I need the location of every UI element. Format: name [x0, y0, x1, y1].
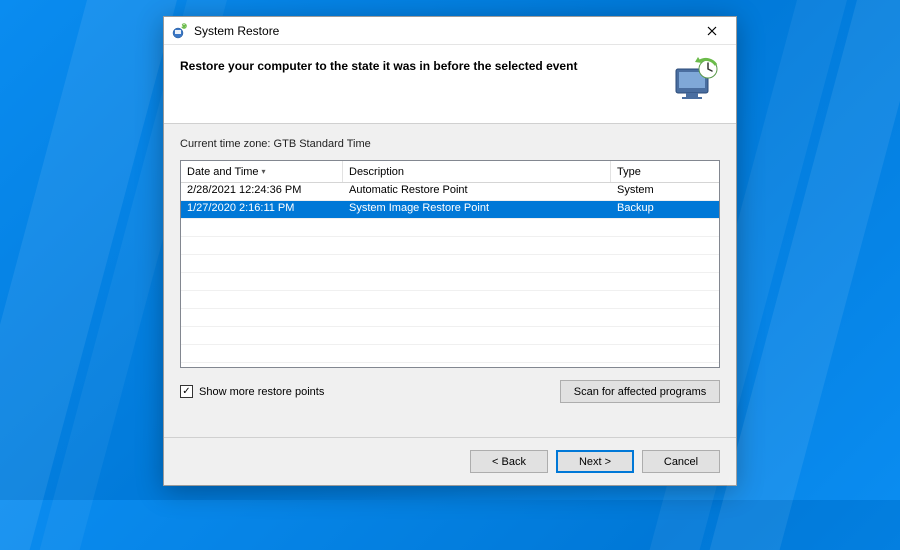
empty-row — [181, 237, 719, 255]
column-label: Description — [349, 166, 404, 178]
restore-points-table: Date and Time ▾ Description Type 2/28/20… — [180, 160, 720, 368]
checkbox-icon: ✓ — [180, 385, 193, 398]
cell-description: System Image Restore Point — [343, 201, 611, 218]
cell-type: System — [611, 183, 719, 200]
system-restore-icon — [172, 23, 188, 39]
wizard-body: Current time zone: GTB Standard Time Dat… — [164, 124, 736, 437]
wizard-footer: < Back Next > Cancel — [164, 437, 736, 485]
column-header-date[interactable]: Date and Time ▾ — [181, 161, 343, 182]
show-more-restore-points-checkbox[interactable]: ✓ Show more restore points — [180, 385, 324, 398]
back-button[interactable]: < Back — [470, 450, 548, 473]
wizard-header: Restore your computer to the state it wa… — [164, 45, 736, 124]
window-title: System Restore — [194, 24, 692, 38]
cancel-button[interactable]: Cancel — [642, 450, 720, 473]
empty-row — [181, 273, 719, 291]
titlebar: System Restore — [164, 17, 736, 45]
column-header-description[interactable]: Description — [343, 161, 611, 182]
empty-row — [181, 327, 719, 345]
empty-row — [181, 291, 719, 309]
column-label: Date and Time — [187, 166, 259, 178]
table-row[interactable]: 1/27/2020 2:16:11 PMSystem Image Restore… — [181, 201, 719, 219]
empty-row — [181, 309, 719, 327]
cell-description: Automatic Restore Point — [343, 183, 611, 200]
empty-row — [181, 255, 719, 273]
table-body: 2/28/2021 12:24:36 PMAutomatic Restore P… — [181, 183, 719, 367]
restore-monitor-icon — [672, 57, 720, 105]
scan-affected-programs-button[interactable]: Scan for affected programs — [560, 380, 720, 403]
cell-date: 1/27/2020 2:16:11 PM — [181, 201, 343, 218]
table-header: Date and Time ▾ Description Type — [181, 161, 719, 183]
system-restore-dialog: System Restore Restore your computer to … — [163, 16, 737, 486]
close-button[interactable] — [692, 18, 732, 44]
table-row[interactable]: 2/28/2021 12:24:36 PMAutomatic Restore P… — [181, 183, 719, 201]
empty-row — [181, 345, 719, 363]
column-header-type[interactable]: Type — [611, 161, 719, 182]
cell-date: 2/28/2021 12:24:36 PM — [181, 183, 343, 200]
timezone-label: Current time zone: GTB Standard Time — [180, 138, 720, 150]
wizard-heading: Restore your computer to the state it wa… — [180, 57, 658, 73]
empty-row — [181, 219, 719, 237]
next-button[interactable]: Next > — [556, 450, 634, 473]
cell-type: Backup — [611, 201, 719, 218]
checkbox-label: Show more restore points — [199, 386, 324, 398]
sort-desc-icon: ▾ — [262, 167, 266, 176]
column-label: Type — [617, 166, 641, 178]
